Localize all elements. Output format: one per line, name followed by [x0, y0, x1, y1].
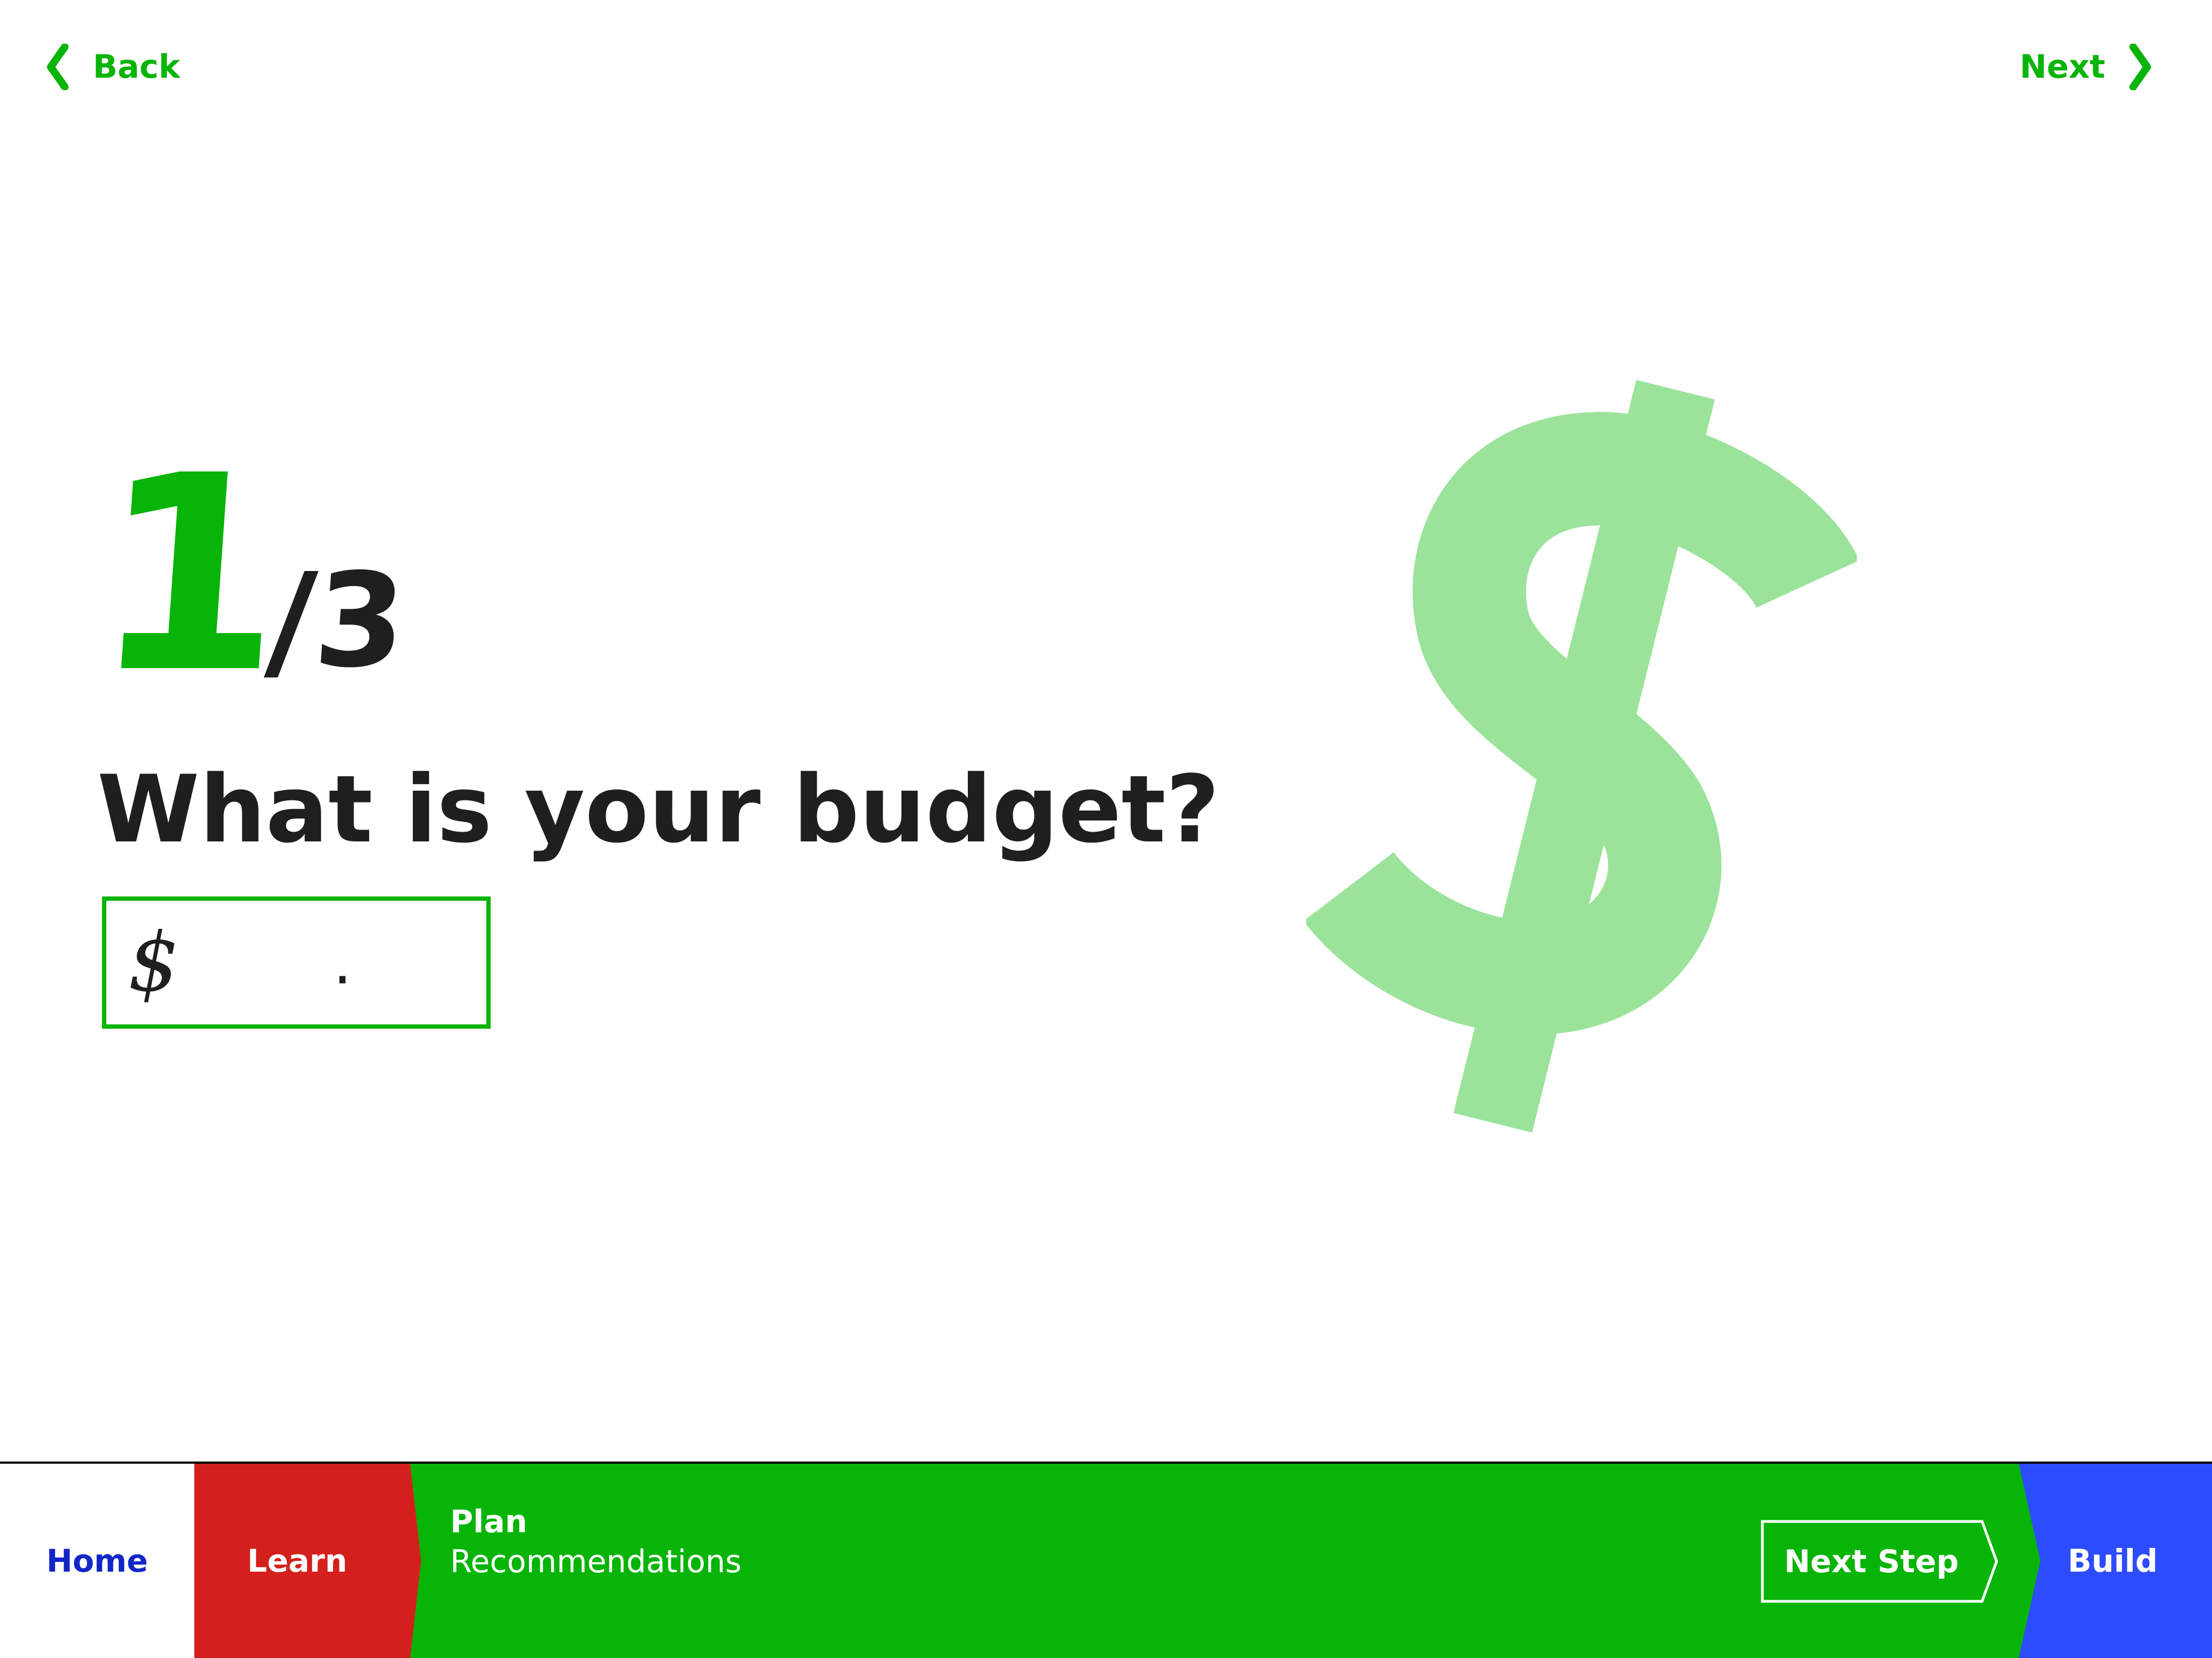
- chevron-left-icon: [47, 44, 69, 90]
- back-button[interactable]: Back: [45, 42, 180, 92]
- budget-input[interactable]: [201, 927, 484, 998]
- currency-symbol: $: [128, 915, 180, 1010]
- budget-field[interactable]: $: [102, 896, 491, 1029]
- step-current: 1: [85, 418, 284, 732]
- nav-home-label: Home: [46, 1543, 148, 1579]
- step-counter: 1 /3: [85, 418, 411, 732]
- next-step-button[interactable]: Next Step: [1761, 1520, 1999, 1603]
- next-step-label: Next Step: [1784, 1543, 1959, 1580]
- step-total: /3: [262, 545, 411, 696]
- question-heading: What is your budget?: [97, 755, 1220, 864]
- nav-learn[interactable]: Learn: [194, 1464, 421, 1658]
- chevron-right-icon: [2129, 44, 2151, 90]
- bottom-nav: Home Learn Plan Recommendations Build Ne…: [0, 1462, 2212, 1658]
- nav-build-label: Build: [2067, 1543, 2158, 1579]
- dollar-sign-icon: [1306, 379, 1857, 1133]
- nav-plan-subtitle: Recommendations: [450, 1543, 742, 1580]
- back-label: Back: [93, 48, 180, 86]
- nav-plan-title: Plan: [450, 1503, 527, 1540]
- nav-learn-label: Learn: [247, 1543, 348, 1579]
- next-button[interactable]: Next: [2020, 42, 2153, 92]
- nav-home[interactable]: Home: [0, 1464, 196, 1658]
- next-label: Next: [2019, 48, 2105, 86]
